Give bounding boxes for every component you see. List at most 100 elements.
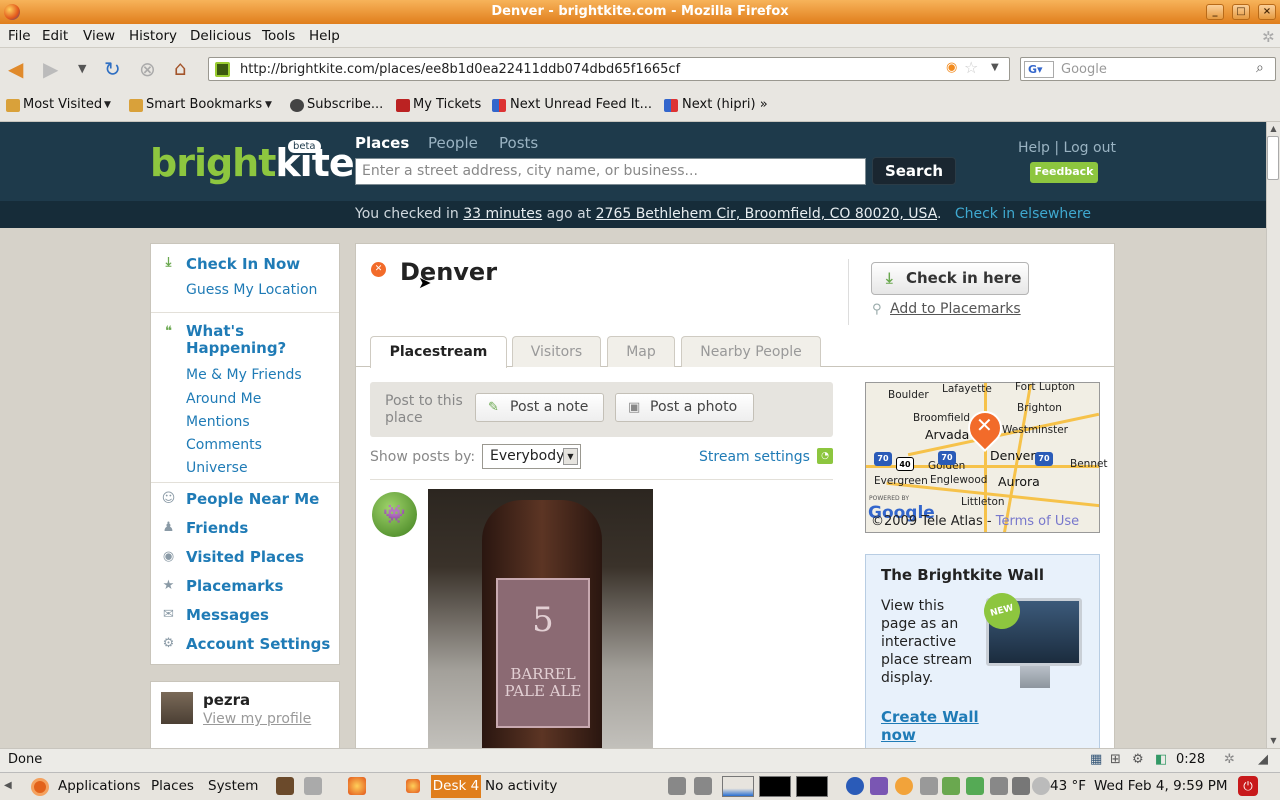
add-to-placemarks-link[interactable]: Add to Placemarks [890, 301, 1021, 317]
sidebar-mentions[interactable]: Mentions [186, 414, 250, 430]
sidebar-messages[interactable]: Messages [186, 606, 269, 624]
logout-link[interactable]: Log out [1064, 140, 1116, 156]
panel-applications[interactable]: Applications [58, 778, 140, 794]
launcher-icon[interactable] [276, 777, 294, 795]
avatar[interactable] [161, 692, 193, 724]
panel-places[interactable]: Places [151, 778, 194, 794]
temperature[interactable]: 43 °F [1050, 778, 1086, 794]
bookmark-my-tickets[interactable]: My Tickets [413, 97, 481, 112]
stream-settings-link[interactable]: Stream settings [699, 449, 810, 465]
brightkite-logo[interactable]: brightkite [150, 140, 355, 186]
minimize-button[interactable]: _ [1206, 4, 1224, 20]
sidebar-whats-happening[interactable]: What's Happening? [186, 323, 306, 357]
tray-icon[interactable] [668, 777, 686, 795]
search-magnifier-icon[interactable]: ⌕ [1256, 60, 1264, 76]
power-icon[interactable]: ⏻ [1238, 776, 1258, 796]
check-in-here-button[interactable]: ⤓ Check in here [871, 262, 1029, 295]
checkin-time-link[interactable]: 33 minutes [463, 206, 542, 222]
tab-map[interactable]: Map [607, 336, 675, 367]
delicious-icon[interactable]: ▦ [1090, 752, 1102, 767]
checkin-address-link[interactable]: 2765 Bethlehem Cir, Broomfield, CO 80020… [596, 206, 937, 222]
weather-sun-icon[interactable] [895, 777, 913, 795]
help-link[interactable]: Help [1018, 140, 1050, 156]
tray-icon[interactable] [870, 777, 888, 795]
sidebar-around-me[interactable]: Around Me [186, 391, 261, 407]
rss-icon[interactable]: ◔ [817, 448, 833, 464]
menu-history[interactable]: History [129, 28, 177, 44]
menu-tools[interactable]: Tools [262, 28, 295, 44]
search-input[interactable]: Google [1061, 62, 1107, 77]
panel-system[interactable]: System [208, 778, 258, 794]
reload-icon[interactable]: ↻ [104, 57, 121, 81]
menu-delicious[interactable]: Delicious [190, 28, 251, 44]
scrollbar-thumb[interactable] [1267, 136, 1279, 180]
bookmark-most-visited[interactable]: Most Visited [23, 97, 102, 112]
volume-icon[interactable] [1012, 777, 1030, 795]
tab-visitors[interactable]: Visitors [512, 336, 601, 367]
sidebar-account-settings[interactable]: Account Settings [186, 635, 330, 653]
adblock-icon[interactable]: ⊞ [1110, 752, 1121, 767]
terms-of-use-link[interactable]: Terms of Use [996, 514, 1079, 529]
rss-feed-icon[interactable]: ◉ [946, 60, 957, 75]
tab-nearby-people[interactable]: Nearby People [681, 336, 821, 367]
poster-avatar[interactable]: 👾 [372, 492, 417, 537]
forward-icon[interactable]: ▶ [43, 57, 58, 81]
view-profile-link[interactable]: View my profile [203, 711, 311, 727]
launcher-icon[interactable] [304, 777, 322, 795]
search-box[interactable] [1020, 57, 1276, 81]
panel-left-arrow[interactable]: ◀ [4, 780, 12, 791]
url-text[interactable]: http://brightkite.com/places/ee8b1d0ea22… [240, 62, 680, 77]
sidebar-placemarks[interactable]: Placemarks [186, 577, 283, 595]
vertical-scrollbar[interactable] [1266, 122, 1280, 748]
show-posts-select[interactable]: Everybody ▼ [482, 444, 581, 469]
tray-icon[interactable] [990, 777, 1008, 795]
network-icon[interactable] [966, 777, 984, 795]
bookmark-next-unread[interactable]: Next Unread Feed It... [510, 97, 652, 112]
sidebar-guess-location[interactable]: Guess My Location [186, 282, 317, 298]
feedback-button[interactable]: Feedback [1030, 162, 1098, 183]
menu-view[interactable]: View [83, 28, 115, 44]
sidebar-people-near-me[interactable]: People Near Me [186, 490, 319, 508]
search-button[interactable]: Search [872, 157, 956, 185]
menu-help[interactable]: Help [309, 28, 340, 44]
sidebar-me-friends[interactable]: Me & My Friends [186, 367, 302, 383]
firefox-task-icon[interactable] [406, 779, 420, 793]
home-icon[interactable]: ⌂ [174, 56, 187, 80]
battery-icon[interactable] [942, 777, 960, 795]
sidebar-comments[interactable]: Comments [186, 437, 262, 453]
profile-name[interactable]: pezra [203, 691, 250, 709]
post-note-button[interactable]: ✎ Post a note [475, 393, 604, 422]
tab-places[interactable]: Places [355, 134, 409, 152]
timer-icon[interactable]: ◧ [1155, 752, 1167, 767]
sidebar-universe[interactable]: Universe [186, 460, 248, 476]
bookmark-next-hipri[interactable]: Next (hipri) » [682, 97, 768, 112]
bookmark-smart[interactable]: Smart Bookmarks [146, 97, 262, 112]
bluetooth-icon[interactable] [846, 777, 864, 795]
sidebar-checkin-now[interactable]: Check In Now [186, 255, 300, 273]
url-dropdown-icon[interactable]: ▼ [991, 62, 999, 73]
sidebar-visited-places[interactable]: Visited Places [186, 548, 304, 566]
history-dropdown-icon[interactable]: ▼ [78, 57, 86, 81]
tab-people[interactable]: People [428, 134, 478, 152]
firebug-icon[interactable]: ✲ [1224, 752, 1235, 767]
search-engine-icon[interactable]: G▾ [1024, 61, 1054, 78]
menu-file[interactable]: File [8, 28, 31, 44]
place-search-placeholder[interactable]: Enter a street address, city name, or bu… [362, 163, 698, 179]
close-window-button[interactable]: × [1258, 4, 1276, 20]
menu-edit[interactable]: Edit [42, 28, 68, 44]
back-icon[interactable]: ◀ [8, 57, 23, 81]
extension-icon[interactable]: ⚙ [1132, 752, 1144, 767]
create-wall-link[interactable]: Create Wall now [881, 708, 991, 744]
firefox-launcher-icon[interactable] [348, 777, 366, 795]
bookmark-star-icon[interactable]: ☆ [964, 58, 978, 77]
tab-posts[interactable]: Posts [499, 134, 538, 152]
stop-icon[interactable]: ⊗ [139, 57, 156, 81]
scroll-down-arrow[interactable]: ▼ [1268, 736, 1279, 745]
tray-icon[interactable] [920, 777, 938, 795]
tray-icon[interactable] [694, 777, 712, 795]
bookmark-subscribe[interactable]: Subscribe... [307, 97, 383, 112]
post-photo-button[interactable]: ▣ Post a photo [615, 393, 754, 422]
scroll-up-arrow[interactable]: ▲ [1268, 124, 1279, 133]
maximize-button[interactable]: □ [1232, 4, 1250, 20]
checkin-elsewhere-link[interactable]: Check in elsewhere [955, 206, 1091, 222]
